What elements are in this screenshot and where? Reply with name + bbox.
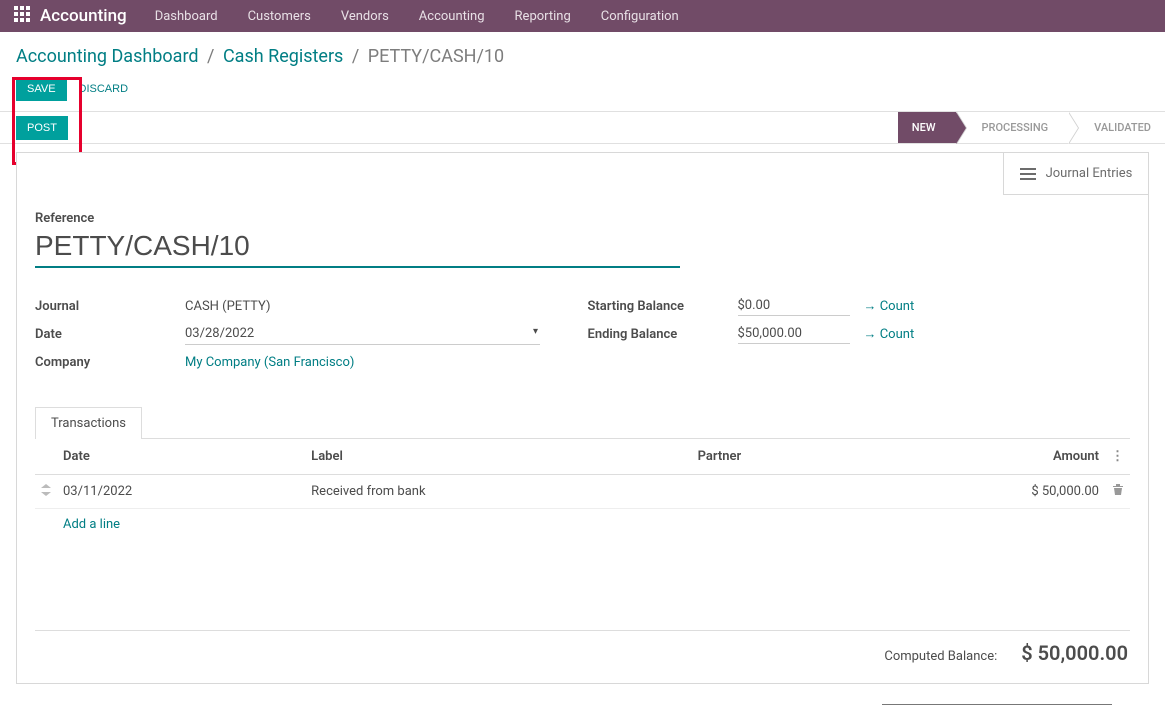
stage-processing[interactable]: PROCESSING (956, 112, 1069, 143)
nav-dashboard[interactable]: Dashboard (155, 9, 218, 24)
starting-balance-label: Starting Balance (588, 299, 738, 314)
th-partner[interactable]: Partner (692, 439, 862, 475)
company-link[interactable]: My Company (San Francisco) (185, 355, 354, 370)
starting-count-link[interactable]: → Count (864, 298, 915, 314)
ending-count-link[interactable]: → Count (864, 326, 915, 342)
date-label: Date (35, 327, 185, 342)
journal-label: Journal (35, 299, 185, 314)
journal-entries-button[interactable]: Journal Entries (1003, 153, 1148, 195)
reference-label: Reference (35, 211, 1130, 226)
status-stages: NEW PROCESSING VALIDATED (898, 112, 1165, 143)
discard-button[interactable]: DISCARD (79, 83, 129, 95)
apps-icon[interactable] (14, 6, 30, 27)
journal-entries-label: Journal Entries (1046, 166, 1133, 181)
ending-balance-label: Ending Balance (588, 327, 738, 342)
tabs: Transactions Date Label Partner Amount ⋮ (35, 406, 1130, 665)
nav-reporting[interactable]: Reporting (515, 9, 571, 24)
date-value: 03/28/2022 (185, 326, 254, 341)
date-input[interactable]: 03/28/2022 ▾ (185, 323, 540, 345)
breadcrumb-row: Accounting Dashboard / Cash Registers / … (0, 32, 1165, 77)
action-row: SAVE DISCARD (0, 77, 1165, 111)
handle-col (35, 439, 57, 475)
computed-balance-value: $ 50,000.00 (1021, 641, 1128, 665)
table-row[interactable]: 03/11/2022 Received from bank $ 50,000.0… (35, 475, 1130, 509)
breadcrumb-dashboard[interactable]: Accounting Dashboard (16, 46, 199, 67)
breadcrumb-current: PETTY/CASH/10 (368, 46, 504, 67)
statusbar: POST NEW PROCESSING VALIDATED (0, 111, 1165, 144)
row-partner[interactable] (692, 475, 862, 509)
row-amount[interactable]: $ 50,000.00 (861, 475, 1105, 509)
nav-customers[interactable]: Customers (248, 9, 311, 24)
tab-transactions[interactable]: Transactions (35, 407, 142, 439)
post-button[interactable]: POST (16, 116, 68, 140)
divider (882, 704, 1112, 705)
form-sheet: Journal Entries Reference Journal CASH (… (16, 152, 1149, 684)
reference-input[interactable] (35, 228, 680, 268)
add-line-link[interactable]: Add a line (35, 509, 1130, 540)
save-button[interactable]: SAVE (16, 77, 67, 101)
th-amount[interactable]: Amount (861, 439, 1105, 475)
navbar-menu: Dashboard Customers Vendors Accounting R… (155, 9, 679, 24)
stage-new[interactable]: NEW (898, 112, 956, 143)
delete-row-button[interactable] (1105, 475, 1130, 509)
breadcrumb-sep: / (352, 46, 359, 67)
company-label: Company (35, 355, 185, 370)
journal-value: CASH (PETTY) (185, 299, 271, 314)
breadcrumb-cash-registers[interactable]: Cash Registers (223, 46, 343, 67)
sheet-wrap: Journal Entries Reference Journal CASH (… (0, 144, 1165, 700)
nav-accounting[interactable]: Accounting (419, 9, 485, 24)
nav-vendors[interactable]: Vendors (341, 9, 389, 24)
kebab-icon[interactable]: ⋮ (1111, 449, 1124, 464)
th-menu[interactable]: ⋮ (1105, 439, 1130, 475)
drag-handle-icon[interactable] (35, 475, 57, 509)
hamburger-icon (1020, 168, 1036, 180)
ending-balance-value[interactable]: $50,000.00 (738, 324, 850, 344)
top-navbar: Accounting Dashboard Customers Vendors A… (0, 0, 1165, 32)
breadcrumb-sep: / (207, 46, 214, 67)
computed-balance-label: Computed Balance: (884, 649, 997, 664)
caret-down-icon: ▾ (533, 326, 538, 337)
app-brand[interactable]: Accounting (40, 6, 127, 26)
trash-icon (1112, 483, 1124, 496)
transactions-table: Date Label Partner Amount ⋮ 03/11/2 (35, 439, 1130, 540)
computed-balance-row: Computed Balance: $ 50,000.00 (35, 630, 1130, 665)
th-date[interactable]: Date (57, 439, 305, 475)
row-label[interactable]: Received from bank (305, 475, 691, 509)
nav-configuration[interactable]: Configuration (601, 9, 679, 24)
stage-validated[interactable]: VALIDATED (1068, 112, 1165, 143)
row-date[interactable]: 03/11/2022 (57, 475, 305, 509)
breadcrumb: Accounting Dashboard / Cash Registers / … (16, 46, 1149, 67)
th-label[interactable]: Label (305, 439, 691, 475)
starting-balance-value[interactable]: $0.00 (738, 296, 850, 316)
